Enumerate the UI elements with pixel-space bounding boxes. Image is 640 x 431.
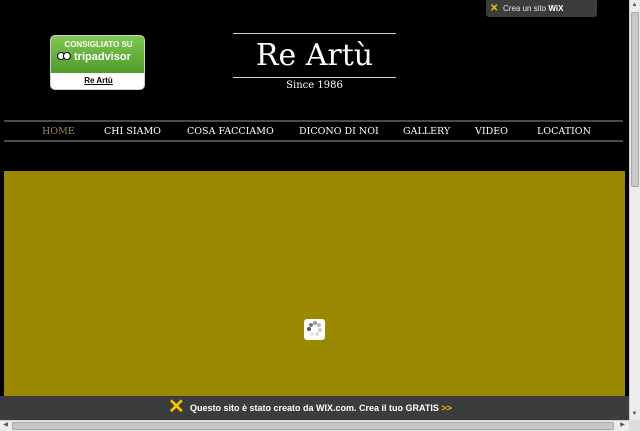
vertical-scrollbar[interactable]: ▲ ▼	[629, 0, 640, 420]
scroll-left-icon[interactable]: ◀	[1, 421, 10, 429]
page: ✕ Crea un sito WiX CONSIGLIATO SU tripad…	[0, 0, 629, 420]
site-subtitle: Since 1986	[286, 80, 343, 91]
tripadvisor-wordmark: tripadvisor	[74, 51, 131, 63]
tripadvisor-owl-icon	[57, 52, 71, 62]
video-stage[interactable]	[4, 171, 625, 401]
main-navigation: HOME CHI SIAMO COSA FACCIAMO DICONO DI N…	[4, 120, 623, 142]
scrollbar-corner	[629, 420, 640, 431]
nav-item-chi-siamo[interactable]: CHI SIAMO	[104, 126, 161, 137]
wix-create-site-link[interactable]: ✕ Crea un sito WiX	[486, 0, 597, 17]
logo-divider-top	[233, 33, 396, 34]
nav-item-home[interactable]: HOME	[42, 126, 75, 137]
wix-logo-icon: ✕	[168, 396, 185, 418]
nav-item-dicono-di-noi[interactable]: DICONO DI NOI	[299, 126, 379, 137]
horizontal-scroll-thumb[interactable]	[12, 422, 614, 430]
nav-item-video[interactable]: VIDEO	[475, 126, 508, 137]
wix-banner-text: Questo sito è stato creato da WIX.com. C…	[190, 403, 439, 413]
tripadvisor-heading: CONSIGLIATO SU	[64, 40, 133, 49]
wix-top-brand: WiX	[548, 4, 564, 13]
logo-divider-bottom	[233, 77, 396, 78]
site-title[interactable]: Re Artù	[233, 38, 396, 74]
tripadvisor-link[interactable]: Re Artù	[51, 76, 144, 85]
nav-item-cosa-facciamo[interactable]: COSA FACCIAMO	[187, 126, 274, 137]
loading-spinner-icon	[304, 319, 325, 340]
nav-item-gallery[interactable]: GALLERY	[403, 126, 450, 137]
horizontal-scrollbar[interactable]: ◀ ▶	[0, 420, 629, 431]
wix-banner[interactable]: ✕ Questo sito è stato creato da WIX.com.…	[0, 396, 629, 420]
tripadvisor-badge[interactable]: CONSIGLIATO SU tripadvisor Re Artù	[50, 35, 145, 90]
wix-banner-arrow: >>	[441, 403, 452, 413]
wix-top-label: Crea un sito	[503, 4, 547, 13]
scroll-right-icon[interactable]: ▶	[618, 421, 627, 429]
wix-logo-icon: ✕	[490, 3, 499, 14]
vertical-scroll-thumb[interactable]	[631, 12, 639, 187]
scroll-up-icon[interactable]: ▲	[630, 1, 639, 9]
nav-item-location[interactable]: LOCATION	[537, 126, 591, 137]
scroll-down-icon[interactable]: ▼	[630, 410, 639, 418]
